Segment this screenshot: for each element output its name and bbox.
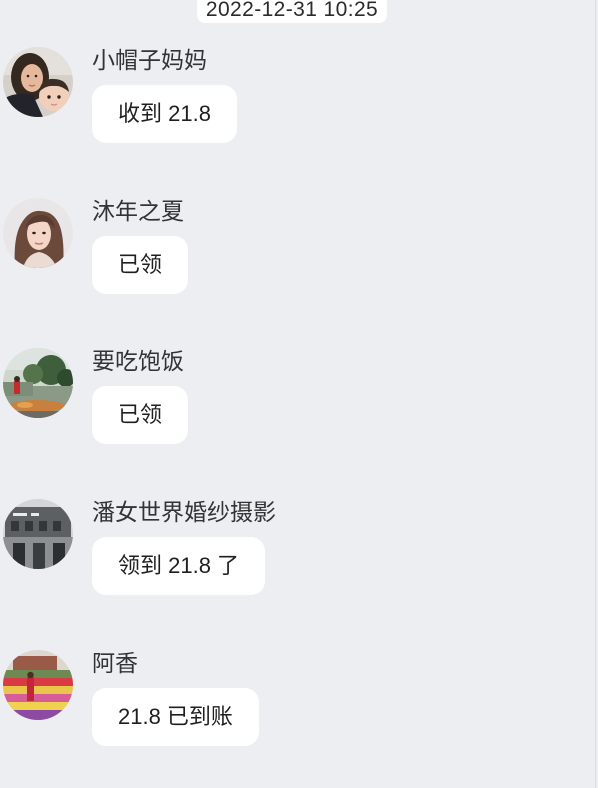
sender-name: 沐年之夏 xyxy=(92,198,184,224)
message-row: 沐年之夏 已领 xyxy=(0,198,590,298)
message-bubble[interactable]: 21.8 已到账 xyxy=(92,688,259,746)
avatar-flower-garden-image xyxy=(3,650,73,720)
avatar-mother-baby-image xyxy=(3,47,73,117)
sender-avatar[interactable] xyxy=(3,499,73,569)
message-row: 潘女世界婚纱摄影 领到 21.8 了 xyxy=(0,499,590,599)
sender-avatar[interactable] xyxy=(3,47,73,117)
message-bubble[interactable]: 收到 21.8 xyxy=(92,85,237,143)
sender-avatar[interactable] xyxy=(3,348,73,418)
sender-name: 要吃饱饭 xyxy=(92,348,184,374)
message-text: 已领 xyxy=(118,402,163,427)
message-bubble[interactable]: 领到 21.8 了 xyxy=(92,537,266,595)
avatar-woman-portrait-image xyxy=(3,198,73,268)
message-text: 21.8 已到账 xyxy=(118,704,233,729)
sender-name: 潘女世界婚纱摄影 xyxy=(92,499,276,525)
sender-avatar[interactable] xyxy=(3,198,73,268)
right-edge-divider xyxy=(595,0,596,788)
message-text: 收到 21.8 xyxy=(118,101,211,126)
avatar-landscape-image xyxy=(3,348,73,418)
timestamp-pill: 2022-12-31 10:25 xyxy=(197,0,387,23)
message-row: 阿香 21.8 已到账 xyxy=(0,650,590,750)
avatar-building-image xyxy=(3,499,73,569)
message-bubble[interactable]: 已领 xyxy=(92,386,189,444)
sender-name: 阿香 xyxy=(92,650,138,676)
sender-name: 小帽子妈妈 xyxy=(92,47,207,73)
sender-avatar[interactable] xyxy=(3,650,73,720)
message-row: 要吃饱饭 已领 xyxy=(0,348,590,448)
message-bubble[interactable]: 已领 xyxy=(92,236,189,294)
message-text: 已领 xyxy=(118,252,163,277)
message-text: 领到 21.8 了 xyxy=(118,553,240,578)
message-row: 小帽子妈妈 收到 21.8 xyxy=(0,47,590,147)
timestamp-text: 2022-12-31 10:25 xyxy=(205,0,379,21)
